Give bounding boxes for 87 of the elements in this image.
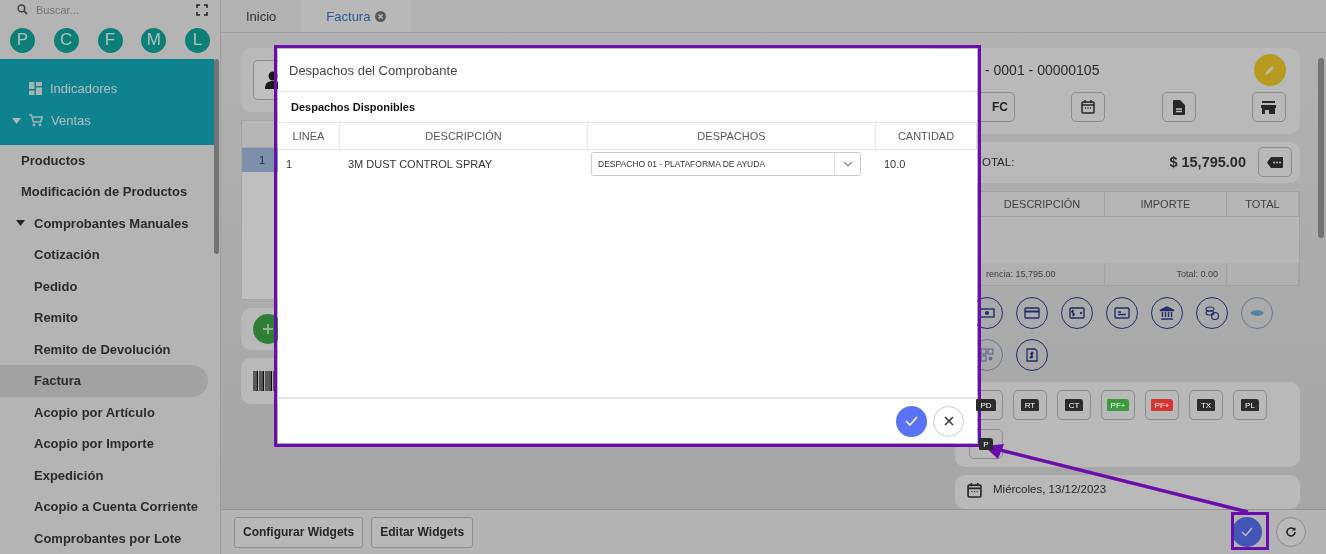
nav-item[interactable]: Modificación de Productos	[0, 176, 208, 208]
plus-icon	[262, 323, 274, 335]
coins-icon	[1204, 305, 1220, 320]
qr-code-icon	[979, 347, 995, 362]
folder-icon: PL	[1241, 398, 1259, 411]
folder-icon: PF+	[1106, 398, 1130, 411]
folder-button[interactable]: CT	[1057, 389, 1091, 420]
calendar-button[interactable]	[1071, 92, 1106, 122]
nav-item[interactable]: Acopio por Importe	[0, 428, 208, 460]
dialog-title: Despachos del Comprobante	[278, 49, 977, 92]
scrollbar[interactable]	[214, 58, 219, 254]
store-button[interactable]	[1252, 92, 1286, 122]
folder-button[interactable]: PF+	[1145, 389, 1179, 420]
check-icon	[905, 416, 918, 426]
folder-icon: P	[979, 437, 993, 450]
check-icon	[1241, 527, 1253, 537]
bank-icon	[1159, 305, 1175, 320]
table-cell: rencia: 15,795.00	[980, 262, 1105, 285]
nav-item[interactable]: Comprobantes por Lote	[0, 522, 208, 554]
nav-item[interactable]: Expedición	[0, 459, 208, 491]
voucher-type-button[interactable]: FC	[975, 92, 1015, 122]
id-card-icon	[1114, 305, 1130, 320]
nav-item[interactable]: Acopio a Cuenta Corriente	[0, 491, 208, 523]
section-title: Despachos Disponibles	[278, 92, 977, 123]
nav-item[interactable]: Remito de Devolución	[0, 333, 208, 365]
folder-icon: PD	[976, 398, 996, 411]
nav-item[interactable]: Factura	[0, 365, 208, 397]
fullscreen-icon[interactable]	[196, 3, 208, 16]
nav-item[interactable]: Remito	[0, 302, 208, 334]
voucher-number: - 0001 - 00000105	[985, 62, 1100, 78]
store-icon	[1261, 100, 1277, 114]
close-icon	[943, 416, 954, 426]
search-field[interactable]: Buscar...	[34, 2, 190, 17]
nav-group-item[interactable]: Comprobantes Manuales	[0, 207, 208, 239]
folder-icon: RT	[1020, 398, 1040, 411]
dashboard-icon	[29, 82, 42, 95]
table-cell: Total: 0.00	[1105, 262, 1227, 285]
folder-button[interactable]: TX	[1189, 389, 1223, 420]
total-amount: $ 15,795.00	[1169, 154, 1246, 171]
pencil-icon	[1264, 64, 1276, 76]
folder-icon: CT	[1064, 398, 1084, 411]
column-header: CANTIDAD	[876, 123, 977, 149]
barcode-icon[interactable]	[253, 371, 275, 391]
receipt-icon	[1024, 347, 1040, 362]
caret-icon	[16, 220, 25, 227]
close-icon[interactable]	[375, 10, 387, 22]
wallet-icon	[1069, 305, 1085, 320]
tab[interactable]: Factura	[301, 0, 412, 32]
table-cell-text: 10.0	[883, 158, 907, 170]
table-cell-text: 3M DUST CONTROL SPRAY	[347, 158, 494, 170]
nav-item[interactable]: Pedido	[0, 270, 208, 302]
scrollbar[interactable]	[1318, 58, 1324, 238]
column-header: TOTAL	[1227, 191, 1299, 216]
date-text: Miércoles, 13/12/2023	[993, 482, 1107, 495]
total-label: OTAL:	[982, 156, 1016, 169]
column-header: IMPORTE	[1105, 191, 1227, 216]
close-button[interactable]	[933, 405, 964, 437]
refresh-icon	[1285, 526, 1297, 538]
document-button[interactable]	[1161, 92, 1196, 122]
card-icon	[1024, 305, 1040, 320]
cash-icon	[979, 305, 995, 320]
folder-button[interactable]: PF+	[1101, 389, 1135, 420]
calendar-icon	[967, 482, 982, 498]
widgets-button[interactable]: Editar Widgets	[371, 516, 474, 548]
folder-button[interactable]: RT	[1013, 389, 1047, 420]
search-icon	[17, 4, 28, 16]
table-cell-text: 1	[285, 158, 294, 170]
calendar-icon	[1081, 100, 1096, 114]
dispatch-select[interactable]: DESPACHO 01 - PLATAFORMA DE AYUDA	[591, 152, 861, 176]
widgets-button[interactable]: Configurar Widgets	[234, 516, 364, 548]
confirm-button[interactable]	[896, 405, 927, 437]
chevron-icon	[842, 161, 853, 167]
highlight-frame	[1231, 512, 1269, 550]
column-header: DESPACHOS	[588, 123, 876, 149]
column-header: DESCRIPCIÓN	[340, 123, 588, 149]
tag-button[interactable]	[1258, 147, 1292, 178]
tag-icon	[1267, 156, 1283, 168]
folder-icon: PF+	[1150, 398, 1174, 411]
column-header: LINEA	[278, 123, 340, 149]
column-header: DESCRIPCIÓN	[980, 191, 1105, 216]
cart-icon	[29, 114, 43, 127]
folder-button[interactable]: PL	[1233, 389, 1267, 420]
confirm-button[interactable]	[1232, 517, 1262, 547]
document-icon	[1172, 99, 1185, 115]
nav-item[interactable]: Cotización	[0, 239, 208, 271]
folder-icon: TX	[1196, 398, 1216, 411]
refresh-button[interactable]	[1276, 517, 1306, 547]
